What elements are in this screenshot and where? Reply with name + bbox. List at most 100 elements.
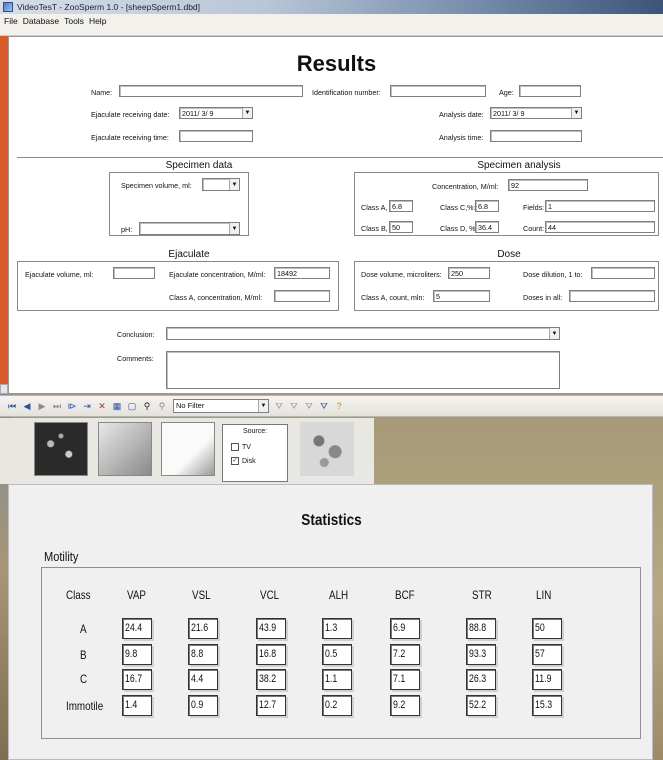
chevron-down-icon[interactable]: ▼ <box>258 400 268 412</box>
tv-checkbox[interactable] <box>231 443 239 451</box>
cell-immotile-vap: 1.4 <box>122 695 152 716</box>
class-b-field[interactable]: 50 <box>389 221 413 233</box>
analysis-time-label: Analysis time: <box>439 133 484 142</box>
new-record-icon[interactable]: ⧐ <box>66 400 78 412</box>
chevron-down-icon[interactable]: ▼ <box>229 223 239 234</box>
count-field[interactable]: 44 <box>545 221 655 233</box>
disk-checkbox[interactable]: ✓ <box>231 457 239 465</box>
motility-label: Motility <box>44 549 79 564</box>
insert-record-icon[interactable]: ⇥ <box>81 400 93 412</box>
col-alh: ALH <box>329 588 349 602</box>
name-field[interactable] <box>119 85 303 97</box>
analysis-date-picker[interactable]: 2011/ 3/ 9 ▼ <box>490 107 582 119</box>
age-field[interactable] <box>519 85 581 97</box>
cell-immotile-str: 52.2 <box>466 695 496 716</box>
cell-b-alh: 0.5 <box>322 644 352 665</box>
dose-title: Dose <box>497 249 521 260</box>
divider <box>17 157 663 158</box>
table-view-icon[interactable]: ▦ <box>111 400 123 412</box>
id-label: Identification number: <box>312 88 381 97</box>
id-field[interactable] <box>390 85 486 97</box>
first-record-icon[interactable]: ⏮ <box>6 400 18 412</box>
cell-immotile-alh: 0.2 <box>322 695 352 716</box>
analysis-time-field[interactable] <box>490 130 582 142</box>
ejaculate-title: Ejaculate <box>168 249 210 260</box>
cell-c-vsl: 4.4 <box>188 669 218 690</box>
col-vcl: VCL <box>260 588 280 602</box>
row-label-immotile: Immotile <box>66 699 104 713</box>
app-icon <box>3 2 13 12</box>
document-icon[interactable] <box>161 422 215 476</box>
comments-textarea[interactable] <box>166 351 560 389</box>
ejac-time-label: Ejaculate receiving time: <box>91 133 169 142</box>
ph-select[interactable]: ▼ <box>139 222 240 235</box>
name-label: Name: <box>91 88 113 97</box>
ejaculate-concentration-field[interactable]: 18492 <box>274 267 330 279</box>
conclusion-label: Conclusion: <box>117 330 155 339</box>
menu-database[interactable]: Database <box>23 16 59 26</box>
specimen-analysis-title: Specimen analysis <box>477 160 561 171</box>
doses-in-all-field[interactable] <box>569 290 655 302</box>
row-label-a: A <box>80 622 87 636</box>
dose-class-a-count-field[interactable]: 5 <box>433 290 490 302</box>
source-disk-option[interactable]: ✓ Disk <box>231 457 287 465</box>
find-next-icon[interactable]: ⚲ <box>156 400 168 412</box>
ejac-date-picker[interactable]: 2011/ 3/ 9 ▼ <box>179 107 253 119</box>
last-record-icon[interactable]: ⏭ <box>51 400 63 412</box>
analysis-date-label: Analysis date: <box>439 110 484 119</box>
ejaculate-class-a-field[interactable] <box>274 290 330 302</box>
menu-help[interactable]: Help <box>89 16 106 26</box>
menu-file[interactable]: File <box>4 16 18 26</box>
find-icon[interactable]: ⚲ <box>141 400 153 412</box>
specimen-volume-select[interactable]: ▼ <box>202 178 240 191</box>
chevron-down-icon[interactable]: ▼ <box>242 108 252 118</box>
fields-label: Fields: <box>523 203 545 212</box>
count-label: Count: <box>523 224 545 233</box>
filter-by-selection-icon[interactable]: ⛛ <box>303 400 315 412</box>
filter-select[interactable]: No Filter ▼ <box>173 399 269 413</box>
microscope-image-icon[interactable] <box>34 422 88 476</box>
cell-b-lin: 57 <box>532 644 562 665</box>
dose-dilution-field[interactable] <box>591 267 655 279</box>
dose-volume-field[interactable]: 250 <box>448 267 490 279</box>
class-c-field[interactable]: 6.8 <box>475 200 499 212</box>
filter-value: No Filter <box>176 401 205 410</box>
delete-record-icon[interactable]: ✕ <box>96 400 108 412</box>
sperm-sample-icon[interactable] <box>300 422 354 476</box>
window-titlebar[interactable]: VideoTesT - ZooSperm 1.0 - [sheepSperm1.… <box>0 0 663 14</box>
conclusion-select[interactable]: ▼ <box>166 327 560 340</box>
dose-class-a-count-label: Class A, count, mln: <box>361 293 425 302</box>
filter-clear-icon[interactable]: ⛛ <box>318 400 330 412</box>
concentration-field[interactable]: 92 <box>508 179 588 191</box>
fields-field[interactable]: 1 <box>545 200 655 212</box>
class-d-field[interactable]: 36.4 <box>475 221 499 233</box>
scroll-arrow[interactable] <box>0 384 8 394</box>
class-a-field[interactable]: 6.8 <box>389 200 413 212</box>
capture-device-icon[interactable] <box>98 422 152 476</box>
filter-apply-icon[interactable]: ⛛ <box>288 400 300 412</box>
tools-strip: Source: TV ✓ Disk <box>0 418 374 484</box>
form-view-icon[interactable]: ▢ <box>126 400 138 412</box>
ejaculate-volume-field[interactable] <box>113 267 155 279</box>
source-tv-option[interactable]: TV <box>231 443 287 451</box>
chevron-down-icon[interactable]: ▼ <box>549 328 559 339</box>
next-record-icon[interactable]: ▶ <box>36 400 48 412</box>
cell-c-bcf: 7.1 <box>390 669 420 690</box>
tv-label: TV <box>242 443 251 451</box>
ejaculate-concentration-label: Ejaculate concentration, M/ml: <box>169 270 266 279</box>
menu-tools[interactable]: Tools <box>64 16 84 26</box>
previous-record-icon[interactable]: ◀ <box>21 400 33 412</box>
help-icon[interactable]: ? <box>333 400 345 412</box>
chevron-down-icon[interactable]: ▼ <box>571 108 581 118</box>
cell-a-bcf: 6.9 <box>390 618 420 639</box>
ejaculate-volume-label: Ejaculate volume, ml: <box>25 270 94 279</box>
ejac-time-field[interactable] <box>179 130 253 142</box>
ejac-date-value: 2011/ 3/ 9 <box>182 109 214 118</box>
menu-bar: File Database Tools Help <box>0 14 663 36</box>
chevron-down-icon[interactable]: ▼ <box>229 179 239 190</box>
form-side-strip <box>0 36 8 386</box>
results-form: Results Name: Identification number: Age… <box>8 36 663 394</box>
filter-icon[interactable]: ⛛ <box>273 400 285 412</box>
class-c-label: Class C,%: <box>440 203 476 212</box>
age-label: Age: <box>499 88 514 97</box>
